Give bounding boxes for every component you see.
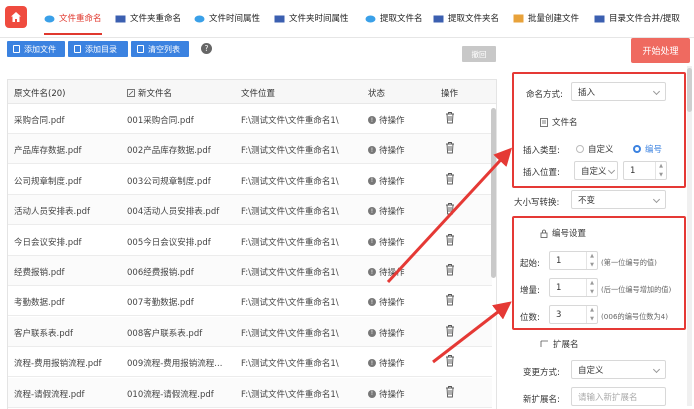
arrow-to-numbering — [432, 301, 512, 364]
arrow-to-filename — [386, 147, 513, 284]
annotation-arrows — [386, 147, 513, 364]
